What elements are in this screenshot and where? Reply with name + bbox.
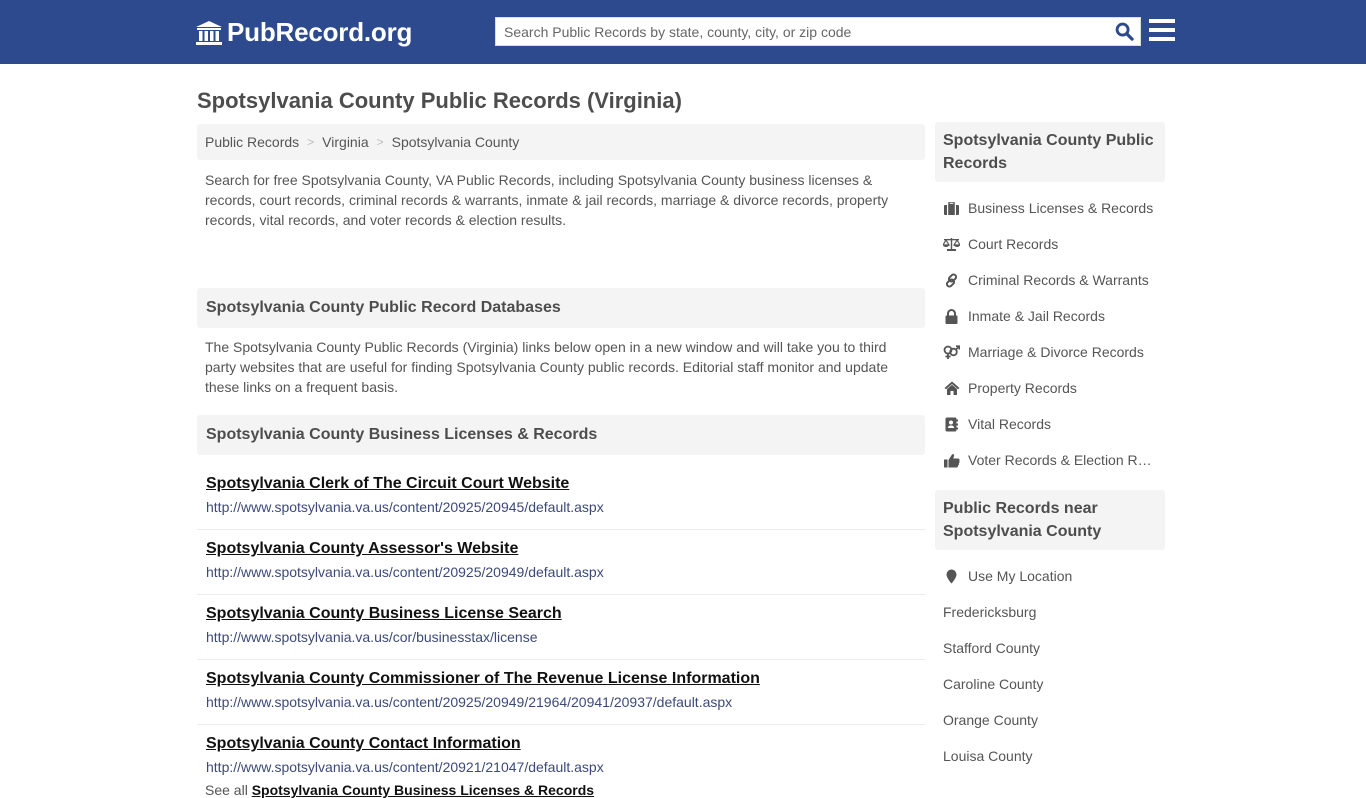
use-my-location-button[interactable]: Use My Location <box>935 558 1165 594</box>
record-url: http://www.spotsylvania.va.us/content/20… <box>206 499 604 515</box>
lock-icon <box>943 308 960 324</box>
hamburger-menu-button[interactable] <box>1149 19 1175 43</box>
sidebar-records-heading: Spotsylvania County Public Records <box>935 122 1165 182</box>
search-input[interactable] <box>496 18 1108 45</box>
breadcrumb: Public Records > Virginia > Spotsylvania… <box>197 124 925 160</box>
site-header: PubRecord.org <box>0 0 1366 64</box>
sidebar-item-criminal[interactable]: Criminal Records & Warrants <box>935 262 1165 298</box>
home-icon <box>943 380 960 396</box>
nearby-link-louisa-county[interactable]: Louisa County <box>935 738 1165 774</box>
briefcase-icon <box>943 200 960 216</box>
link-icon <box>943 272 960 288</box>
record-url: http://www.spotsylvania.va.us/content/20… <box>206 564 604 580</box>
sidebar-item-label: Business Licenses & Records <box>968 200 1154 216</box>
sidebar-item-label: Court Records <box>968 236 1059 252</box>
databases-heading: Spotsylvania County Public Record Databa… <box>197 288 925 328</box>
menu-bar <box>1149 37 1175 41</box>
databases-description: The Spotsylvania County Public Records (… <box>205 339 889 395</box>
list-item: Spotsylvania County Business License Sea… <box>197 595 925 660</box>
sidebar-item-label: Inmate & Jail Records <box>968 308 1105 324</box>
thumbs-up-icon <box>943 452 960 468</box>
bank-building-icon <box>196 20 222 45</box>
nearby-link-orange-county[interactable]: Orange County <box>935 702 1165 738</box>
sidebar-item-business[interactable]: Business Licenses & Records <box>935 190 1165 226</box>
list-item: Spotsylvania County Commissioner of The … <box>197 660 925 725</box>
logo-text: PubRecord.org <box>227 17 413 47</box>
breadcrumb-spotsylvania-county[interactable]: Spotsylvania County <box>392 134 520 150</box>
list-item: Spotsylvania County Contact Information … <box>197 725 925 785</box>
map-marker-icon <box>943 568 960 584</box>
address-book-icon <box>943 416 960 432</box>
list-item: Spotsylvania County Assessor's Website h… <box>197 530 925 595</box>
nearby-link-fredericksburg[interactable]: Fredericksburg <box>935 594 1165 630</box>
business-link-list: Spotsylvania Clerk of The Circuit Court … <box>197 465 925 785</box>
sidebar-item-label: Marriage & Divorce Records <box>968 344 1144 360</box>
record-link[interactable]: Spotsylvania County Commissioner of The … <box>206 669 916 689</box>
sidebar-item-voter[interactable]: Voter Records & Election Results <box>935 442 1165 478</box>
see-all-prefix: See all <box>205 782 248 798</box>
list-item: Spotsylvania Clerk of The Circuit Court … <box>197 465 925 530</box>
sidebar-item-marriage[interactable]: Marriage & Divorce Records <box>935 334 1165 370</box>
menu-bar <box>1149 28 1175 32</box>
search-bar <box>495 17 1141 46</box>
sidebar-item-label: Vital Records <box>968 416 1052 432</box>
breadcrumb-public-records[interactable]: Public Records <box>205 134 299 150</box>
record-link[interactable]: Spotsylvania County Assessor's Website <box>206 539 916 559</box>
breadcrumb-virginia[interactable]: Virginia <box>322 134 368 150</box>
main-content: Public Records > Virginia > Spotsylvania… <box>197 124 925 798</box>
search-icon <box>1115 22 1134 41</box>
business-heading: Spotsylvania County Business Licenses & … <box>197 415 925 455</box>
site-logo[interactable]: PubRecord.org <box>195 17 412 48</box>
sidebar-item-label: Criminal Records & Warrants <box>968 272 1149 288</box>
menu-bar <box>1149 19 1175 23</box>
record-url: http://www.spotsylvania.va.us/content/20… <box>206 694 733 710</box>
sidebar-item-vital[interactable]: Vital Records <box>935 406 1165 442</box>
sidebar-item-inmate[interactable]: Inmate & Jail Records <box>935 298 1165 334</box>
sidebar-nearby-heading: Public Records near Spotsylvania County <box>935 490 1165 550</box>
sidebar-item-property[interactable]: Property Records <box>935 370 1165 406</box>
record-link[interactable]: Spotsylvania Clerk of The Circuit Court … <box>206 474 916 494</box>
use-my-location-label: Use My Location <box>968 568 1073 584</box>
record-link[interactable]: Spotsylvania County Business License Sea… <box>206 604 916 624</box>
nearby-link-stafford-county[interactable]: Stafford County <box>935 630 1165 666</box>
record-url: http://www.spotsylvania.va.us/content/20… <box>206 759 604 775</box>
sidebar-item-court[interactable]: Court Records <box>935 226 1165 262</box>
intro-text: Search for free Spotsylvania County, VA … <box>205 172 889 228</box>
see-all-business-link[interactable]: Spotsylvania County Business Licenses & … <box>252 782 594 798</box>
record-url: http://www.spotsylvania.va.us/cor/busine… <box>206 629 538 645</box>
sidebar-item-label: Voter Records & Election Results <box>968 452 1158 468</box>
balance-scale-icon <box>943 236 960 252</box>
breadcrumb-separator: > <box>376 135 384 149</box>
venus-mars-icon <box>943 344 960 360</box>
see-all-row: See all Spotsylvania County Business Lic… <box>197 782 925 798</box>
sidebar-records-list: Business Licenses & Records Court Record… <box>935 182 1165 490</box>
sidebar-item-label: Property Records <box>968 380 1077 396</box>
search-button[interactable] <box>1108 18 1140 45</box>
breadcrumb-separator: > <box>307 135 315 149</box>
sidebar: Spotsylvania County Public Records Busin… <box>935 122 1165 786</box>
record-link[interactable]: Spotsylvania County Contact Information <box>206 734 916 754</box>
nearby-link-caroline-county[interactable]: Caroline County <box>935 666 1165 702</box>
nearby-list: Use My Location Fredericksburg Stafford … <box>935 550 1165 786</box>
page-title: Spotsylvania County Public Records (Virg… <box>197 88 682 113</box>
